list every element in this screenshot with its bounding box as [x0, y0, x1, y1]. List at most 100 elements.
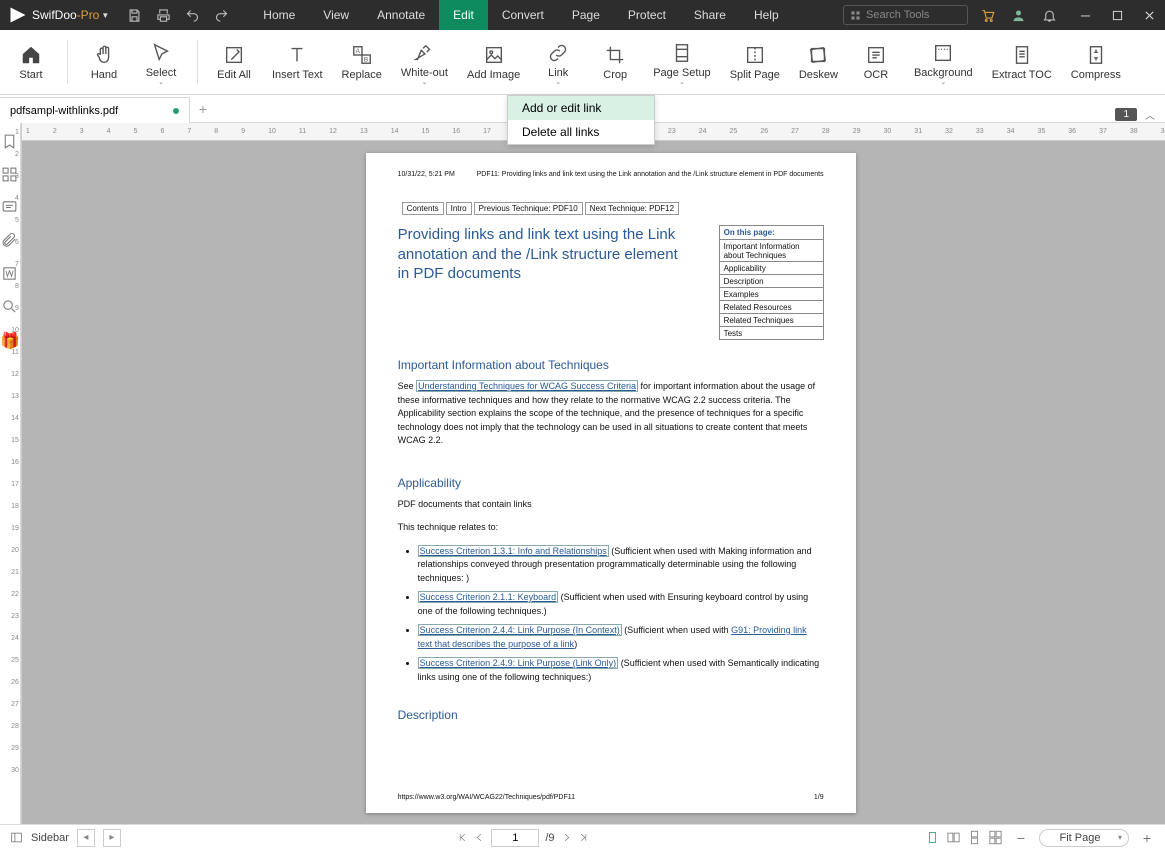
select-button[interactable]: Select⌄ — [138, 33, 184, 91]
toc-item[interactable]: Related Resources — [720, 301, 823, 314]
section-heading-applic: Applicability — [398, 476, 824, 490]
paragraph: See Understanding Techniques for WCAG Su… — [398, 380, 824, 448]
view-single-icon[interactable] — [925, 830, 940, 845]
next-page-icon[interactable] — [561, 832, 572, 843]
toc-item[interactable]: Tests — [720, 327, 823, 339]
app-suffix: -Pro — [77, 8, 100, 22]
crop-button[interactable]: Crop — [592, 33, 638, 91]
print-icon[interactable] — [156, 8, 171, 23]
minimize-button[interactable] — [1069, 0, 1101, 30]
menu-protect[interactable]: Protect — [614, 0, 680, 30]
last-page-icon[interactable] — [578, 832, 589, 843]
footer-pagenum: 1/9 — [814, 794, 824, 801]
link-menu-add[interactable]: Add or edit link — [508, 96, 654, 120]
menu-convert[interactable]: Convert — [488, 0, 558, 30]
page-number-input[interactable] — [491, 829, 539, 847]
link-button[interactable]: Link⌄ — [535, 33, 581, 91]
edit-all-button[interactable]: Edit All — [211, 33, 257, 91]
doc-link[interactable]: Understanding Techniques for WCAG Succes… — [416, 380, 638, 392]
start-button[interactable]: Start — [8, 33, 54, 91]
insert-text-button[interactable]: Insert Text — [268, 33, 327, 91]
save-icon[interactable] — [127, 8, 142, 23]
add-image-button[interactable]: Add Image — [463, 33, 524, 91]
link-menu-delete[interactable]: Delete all links — [508, 120, 654, 144]
compress-button[interactable]: Compress — [1067, 33, 1125, 91]
nav-next[interactable]: Next Technique: PDF12 — [585, 202, 679, 215]
unsaved-indicator-icon — [173, 108, 179, 114]
search-tools-input[interactable]: Search Tools — [843, 5, 968, 25]
menu-view[interactable]: View — [309, 0, 363, 30]
paragraph: PDF documents that contain links — [398, 498, 824, 512]
app-menu-dropdown-icon[interactable]: ▼ — [101, 11, 109, 20]
add-tab-button[interactable]: + — [190, 96, 216, 122]
zoom-select[interactable]: Fit Page — [1039, 829, 1129, 847]
sidebar-toggle-icon[interactable] — [10, 831, 23, 844]
page-setup-button[interactable]: Page Setup⌄ — [649, 33, 715, 91]
menu-home[interactable]: Home — [249, 0, 309, 30]
doc-header-date: 10/31/22, 5:21 PM — [398, 171, 455, 178]
list-item: Success Criterion 1.3.1: Info and Relati… — [418, 545, 824, 586]
redo-icon[interactable] — [214, 8, 229, 23]
doc-link[interactable]: Success Criterion 2.4.4: Link Purpose (I… — [418, 624, 622, 636]
bell-icon[interactable] — [1042, 8, 1057, 23]
app-logo-icon — [8, 5, 28, 25]
background-button[interactable]: Background⌄ — [910, 33, 977, 91]
sidebar-next-button[interactable]: ▸ — [103, 829, 121, 847]
menubar: Home View Annotate Edit Convert Page Pro… — [249, 0, 792, 30]
tab-filename: pdfsampl-withlinks.pdf — [10, 105, 118, 117]
doc-link[interactable]: Success Criterion 1.3.1: Info and Relati… — [418, 545, 609, 557]
maximize-button[interactable] — [1101, 0, 1133, 30]
page-indicator-badge: 1 — [1115, 108, 1137, 121]
nav-intro[interactable]: Intro — [446, 202, 472, 215]
list-item: Success Criterion 2.4.9: Link Purpose (L… — [418, 657, 824, 684]
list-item: Success Criterion 2.1.1: Keyboard (Suffi… — [418, 591, 824, 618]
collapse-ribbon-icon[interactable]: ︿ — [1145, 107, 1155, 122]
search-grid-icon — [850, 10, 861, 21]
page-total-label: /9 — [545, 832, 554, 844]
view-continuous-icon[interactable] — [967, 830, 982, 845]
document-tab[interactable]: pdfsampl-withlinks.pdf — [0, 97, 190, 123]
hand-button[interactable]: Hand — [81, 33, 127, 91]
toc-item[interactable]: Description — [720, 275, 823, 288]
extract-toc-button[interactable]: Extract TOC — [988, 33, 1056, 91]
nav-prev[interactable]: Previous Technique: PDF10 — [474, 202, 583, 215]
svg-text:A: A — [355, 48, 360, 55]
menu-page[interactable]: Page — [558, 0, 614, 30]
zoom-in-button[interactable]: + — [1139, 830, 1155, 846]
svg-text:B: B — [364, 56, 368, 63]
search-placeholder: Search Tools — [866, 9, 929, 21]
menu-help[interactable]: Help — [740, 0, 793, 30]
view-facing-icon[interactable] — [946, 830, 961, 845]
doc-link[interactable]: Success Criterion 2.1.1: Keyboard — [418, 591, 559, 603]
sidebar-prev-button[interactable]: ◂ — [77, 829, 95, 847]
whiteout-button[interactable]: White-out⌄ — [397, 33, 452, 91]
menu-edit[interactable]: Edit — [439, 0, 488, 30]
nav-contents[interactable]: Contents — [402, 202, 444, 215]
sidebar-label: Sidebar — [31, 832, 69, 844]
page-viewport[interactable]: 10/31/22, 5:21 PM PDF11: Providing links… — [22, 141, 1165, 824]
first-page-icon[interactable] — [457, 832, 468, 843]
user-icon[interactable] — [1011, 8, 1026, 23]
menu-share[interactable]: Share — [680, 0, 740, 30]
doc-link[interactable]: Success Criterion 2.4.9: Link Purpose (L… — [418, 657, 619, 669]
gift-icon[interactable]: 🎁 — [0, 331, 20, 351]
app-name: SwifDoo — [32, 8, 77, 22]
section-heading-important: Important Information about Techniques — [398, 358, 824, 372]
replace-button[interactable]: BAReplace — [338, 33, 386, 91]
zoom-out-button[interactable]: − — [1013, 830, 1029, 846]
paragraph: This technique relates to: — [398, 521, 824, 535]
ocr-button[interactable]: OCR — [853, 33, 899, 91]
prev-page-icon[interactable] — [474, 832, 485, 843]
undo-icon[interactable] — [185, 8, 200, 23]
split-page-button[interactable]: Split Page — [726, 33, 784, 91]
menu-annotate[interactable]: Annotate — [363, 0, 439, 30]
toc-item[interactable]: Important Information about Techniques — [720, 240, 823, 262]
toc-item[interactable]: Applicability — [720, 262, 823, 275]
toc-item[interactable]: Related Techniques — [720, 314, 823, 327]
status-bar: Sidebar ◂ ▸ /9 − Fit Page + — [0, 824, 1165, 850]
cart-icon[interactable] — [980, 8, 995, 23]
close-button[interactable] — [1133, 0, 1165, 30]
toc-item[interactable]: Examples — [720, 288, 823, 301]
view-continuous-facing-icon[interactable] — [988, 830, 1003, 845]
deskew-button[interactable]: Deskew — [795, 33, 842, 91]
